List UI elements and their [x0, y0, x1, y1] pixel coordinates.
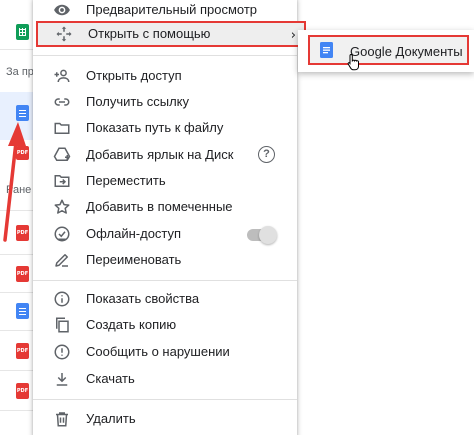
menu-item-show-location[interactable]: Показать путь к файлу — [33, 115, 297, 141]
menu-item-label: Офлайн-доступ — [86, 226, 182, 241]
menu-item-label: Переместить — [86, 173, 166, 188]
menu-item-label: Переименовать — [86, 252, 182, 267]
menu-item-star[interactable]: Добавить в помеченные — [33, 194, 297, 220]
menu-item-share[interactable]: Открыть доступ — [33, 63, 297, 89]
hand-cursor-icon — [347, 53, 359, 71]
pdf-icon: PDF — [16, 266, 29, 282]
menu-divider — [33, 399, 297, 400]
star-icon — [54, 199, 70, 214]
menu-item-label: Создать копию — [86, 317, 177, 332]
menu-item-open-with[interactable]: Открыть с помощью › — [36, 21, 306, 47]
pdf-icon: PDF — [16, 225, 29, 241]
move-arrows-icon — [56, 26, 72, 42]
menu-item-offline[interactable]: Офлайн-доступ — [33, 221, 297, 247]
menu-item-label: Скачать — [86, 371, 135, 386]
menu-item-preview[interactable]: Предварительный просмотр — [33, 0, 297, 23]
menu-item-download[interactable]: Скачать — [33, 366, 297, 392]
menu-divider — [33, 55, 297, 56]
google-docs-icon — [320, 42, 333, 58]
menu-item-make-copy[interactable]: Создать копию — [33, 312, 297, 338]
menu-item-label: Открыть доступ — [86, 68, 182, 83]
menu-item-label: Сообщить о нарушении — [86, 344, 230, 359]
submenu-item-label: Google Документы — [350, 44, 463, 59]
open-with-submenu: Google Документы — [298, 30, 474, 72]
google-docs-icon — [16, 105, 29, 121]
folder-icon — [54, 122, 70, 134]
section-label-recent: За пр — [6, 66, 34, 78]
link-icon — [54, 98, 70, 106]
menu-item-report[interactable]: Сообщить о нарушении — [33, 339, 297, 365]
menu-item-label: Предварительный просмотр — [86, 2, 258, 17]
drive-shortcut-icon — [53, 147, 71, 161]
menu-item-label: Открыть с помощью — [88, 26, 211, 41]
move-to-icon — [54, 175, 70, 187]
menu-divider — [33, 280, 297, 281]
pencil-icon — [55, 254, 68, 267]
menu-item-details[interactable]: Показать свойства — [33, 286, 297, 312]
help-icon[interactable]: ? — [258, 146, 275, 163]
pdf-icon: PDF — [16, 383, 29, 399]
eye-icon — [54, 4, 70, 16]
menu-item-move[interactable]: Переместить — [33, 168, 297, 194]
menu-item-get-link[interactable]: Получить ссылку — [33, 89, 297, 115]
context-menu: Предварительный просмотр Открыть с помощ… — [33, 0, 306, 435]
menu-item-add-shortcut[interactable]: Добавить ярлык на Диск ? — [33, 142, 297, 168]
menu-item-label: Добавить в помеченные — [86, 199, 233, 214]
menu-item-label: Показать свойства — [86, 291, 200, 306]
menu-item-delete[interactable]: Удалить — [33, 406, 297, 432]
offline-toggle[interactable] — [247, 226, 277, 244]
submenu-item-google-docs[interactable]: Google Документы — [308, 35, 469, 65]
menu-item-label: Получить ссылку — [86, 94, 190, 109]
menu-item-label: Показать путь к файлу — [86, 120, 224, 135]
menu-item-rename[interactable]: Переименовать — [33, 247, 297, 273]
google-sheets-icon — [16, 24, 29, 40]
download-icon — [56, 373, 68, 386]
trash-icon — [56, 412, 68, 427]
google-docs-icon — [16, 303, 29, 319]
chevron-right-icon: › — [290, 28, 296, 43]
menu-item-label: Добавить ярлык на Диск — [86, 147, 234, 162]
pdf-icon: PDF — [16, 343, 29, 359]
toggle-knob — [259, 226, 277, 244]
copy-icon — [56, 317, 69, 333]
menu-item-label: Удалить — [86, 411, 136, 426]
offline-check-icon — [54, 226, 70, 242]
info-icon — [54, 291, 70, 307]
pdf-icon: PDF — [16, 146, 29, 160]
report-icon — [54, 344, 70, 360]
person-add-icon — [54, 69, 70, 83]
